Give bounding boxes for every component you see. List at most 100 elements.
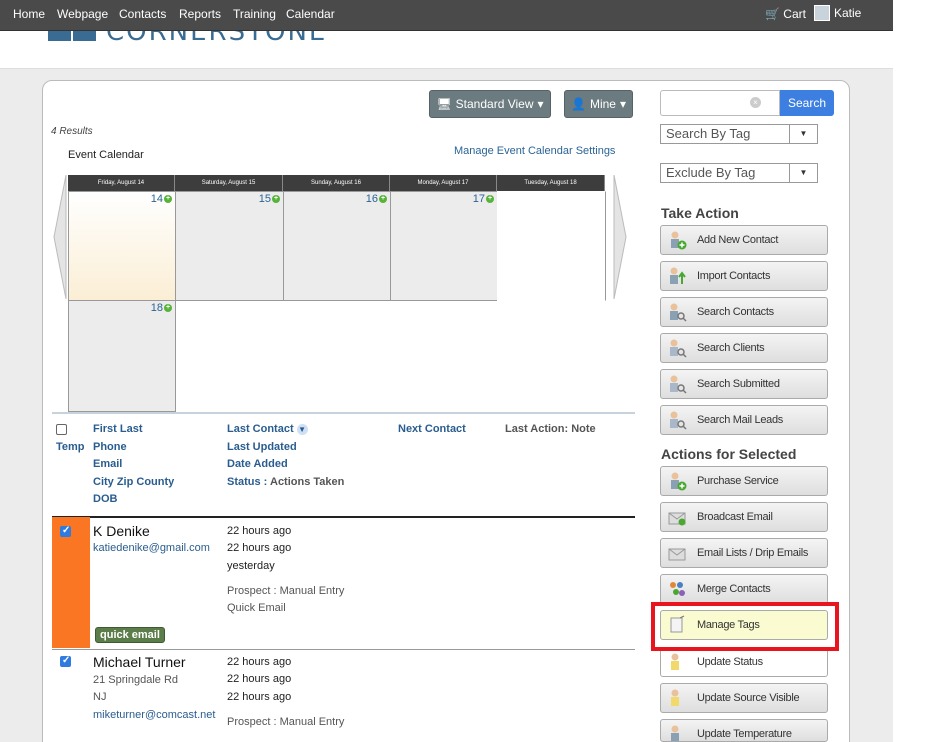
row-checkbox[interactable] — [60, 525, 71, 537]
merge-contacts-button[interactable]: Merge Contacts — [660, 574, 828, 604]
nav-training[interactable]: Training — [233, 7, 276, 21]
nav-calendar[interactable]: Calendar — [286, 7, 335, 21]
col-city[interactable]: City Zip County — [93, 476, 174, 488]
calendar-day-cell[interactable] — [497, 191, 606, 301]
purchase-service-button[interactable]: Purchase Service — [660, 466, 828, 496]
col-last-contact[interactable]: Last Contact ▼ — [227, 423, 308, 435]
contact-name[interactable]: K Denike — [93, 523, 150, 539]
row-checkbox[interactable] — [60, 655, 71, 667]
standard-view-button[interactable]: 🖥 Standard View ▾ — [429, 90, 551, 118]
add-event-icon[interactable]: + — [164, 304, 172, 312]
mine-label: Mine — [589, 97, 616, 111]
search-mail-leads-button[interactable]: Search Mail Leads — [660, 405, 828, 435]
search-input[interactable] — [660, 90, 780, 116]
exclude-by-tag-select[interactable]: Exclude By Tag ▼ — [660, 163, 818, 183]
action-taken: Quick Email — [227, 602, 286, 614]
action-label: Update Status — [697, 656, 763, 668]
calendar-next-arrow[interactable] — [612, 175, 628, 299]
action-label: Update Temperature — [697, 728, 792, 740]
col-status[interactable]: Status : Actions Taken — [227, 476, 344, 488]
search-contacts-icon — [670, 303, 687, 322]
selected-row-marker — [52, 517, 90, 648]
search-by-tag-select[interactable]: Search By Tag ▼ — [660, 124, 818, 144]
cart-link[interactable]: 🛒 Cart — [765, 7, 806, 21]
calendar-prev-arrow[interactable] — [52, 175, 68, 299]
select-all-checkbox[interactable] — [56, 424, 67, 435]
last-contact: 22 hours ago — [227, 656, 292, 668]
col-date-added[interactable]: Date Added — [227, 458, 288, 470]
update-temperature-icon — [671, 725, 679, 741]
calendar-date: 14 — [150, 193, 163, 205]
action-label: Import Contacts — [697, 270, 771, 282]
calendar-day-cell[interactable]: 18 + — [68, 300, 176, 412]
broadcast-email-button[interactable]: Broadcast Email — [660, 502, 828, 532]
calendar-day-cell[interactable]: 17 + — [390, 191, 498, 301]
col-email[interactable]: Email — [93, 458, 122, 470]
last-updated: 22 hours ago — [227, 673, 292, 685]
calendar-date: 18 — [150, 302, 163, 314]
calendar-settings-link[interactable]: Manage Event Calendar Settings — [454, 145, 615, 157]
nav-home[interactable]: Home — [13, 7, 45, 21]
col-dob[interactable]: DOB — [93, 493, 117, 505]
date-added: 22 hours ago — [227, 691, 292, 703]
update-status-button[interactable]: Update Status — [660, 647, 828, 677]
user-menu[interactable]: Katie — [814, 5, 861, 21]
merge-contacts-icon — [670, 582, 685, 596]
contact-name[interactable]: Michael Turner — [93, 654, 186, 670]
contact-email[interactable]: katiedenike@gmail.com — [93, 542, 210, 554]
quick-email-badge[interactable]: quick email — [95, 627, 165, 643]
divider — [52, 412, 635, 414]
action-label: Update Source Visible — [697, 692, 800, 704]
update-temperature-button[interactable]: Update Temperature — [660, 719, 828, 742]
add-contact-icon — [671, 231, 687, 250]
calendar-date: 16 — [365, 193, 378, 205]
calendar-day-cell[interactable]: 14 + — [68, 191, 176, 301]
search-mail-leads-icon — [670, 411, 687, 430]
search-clients-button[interactable]: Search Clients — [660, 333, 828, 363]
nav-webpage[interactable]: Webpage — [57, 7, 108, 21]
action-label: Search Contacts — [697, 306, 774, 318]
calendar-day-cell[interactable]: 15 + — [175, 191, 284, 301]
calendar-day-header: Sunday, August 16 — [283, 175, 390, 191]
add-event-icon[interactable]: + — [164, 195, 172, 203]
col-next-contact[interactable]: Next Contact — [398, 423, 466, 435]
search-button[interactable]: Search — [780, 90, 834, 116]
action-label: Search Mail Leads — [697, 414, 784, 426]
search-contacts-button[interactable]: Search Contacts — [660, 297, 828, 327]
mine-button[interactable]: 👤 Mine ▾ — [564, 90, 633, 118]
nav-contacts[interactable]: Contacts — [119, 7, 166, 21]
nav-reports[interactable]: Reports — [179, 7, 221, 21]
contact-email[interactable]: miketurner@comcast.net — [93, 709, 215, 721]
add-event-icon[interactable]: + — [379, 195, 387, 203]
col-temp[interactable]: Temp — [56, 441, 85, 453]
action-label: Purchase Service — [697, 475, 779, 487]
search-submitted-button[interactable]: Search Submitted — [660, 369, 828, 399]
update-source-icon — [671, 689, 679, 706]
calendar-date: 17 — [472, 193, 485, 205]
add-new-contact-button[interactable]: Add New Contact — [660, 225, 828, 255]
col-last-action[interactable]: Last Action: Note — [505, 423, 596, 435]
calendar-day-header: Tuesday, August 18 — [497, 175, 605, 191]
results-count: 4 Results — [51, 126, 93, 137]
cart-icon: 🛒 — [765, 7, 780, 21]
calendar-date: 15 — [258, 193, 271, 205]
calendar-day-cell[interactable]: 16 + — [283, 191, 391, 301]
col-phone[interactable]: Phone — [93, 441, 127, 453]
add-event-icon[interactable]: + — [486, 195, 494, 203]
highlight-annotation — [651, 602, 839, 651]
chevron-down-icon: ▼ — [789, 125, 817, 143]
col-first-last[interactable]: First Last — [93, 423, 143, 435]
sort-down-icon[interactable]: ▼ — [296, 423, 308, 435]
import-contacts-button[interactable]: Import Contacts — [660, 261, 828, 291]
clear-icon[interactable]: × — [750, 97, 761, 108]
col-last-contact-label: Last Contact — [227, 423, 294, 435]
col-last-updated[interactable]: Last Updated — [227, 441, 297, 453]
update-source-visible-button[interactable]: Update Source Visible — [660, 683, 828, 713]
add-event-icon[interactable]: + — [272, 195, 280, 203]
col-status-label: Status : — [227, 476, 268, 488]
contact-address: 21 Springdale Rd — [93, 674, 179, 686]
email-lists-button[interactable]: Email Lists / Drip Emails — [660, 538, 828, 568]
logo-text: CORNERSTONE — [106, 31, 328, 47]
logo-icon — [48, 31, 96, 41]
import-icon — [670, 267, 686, 284]
